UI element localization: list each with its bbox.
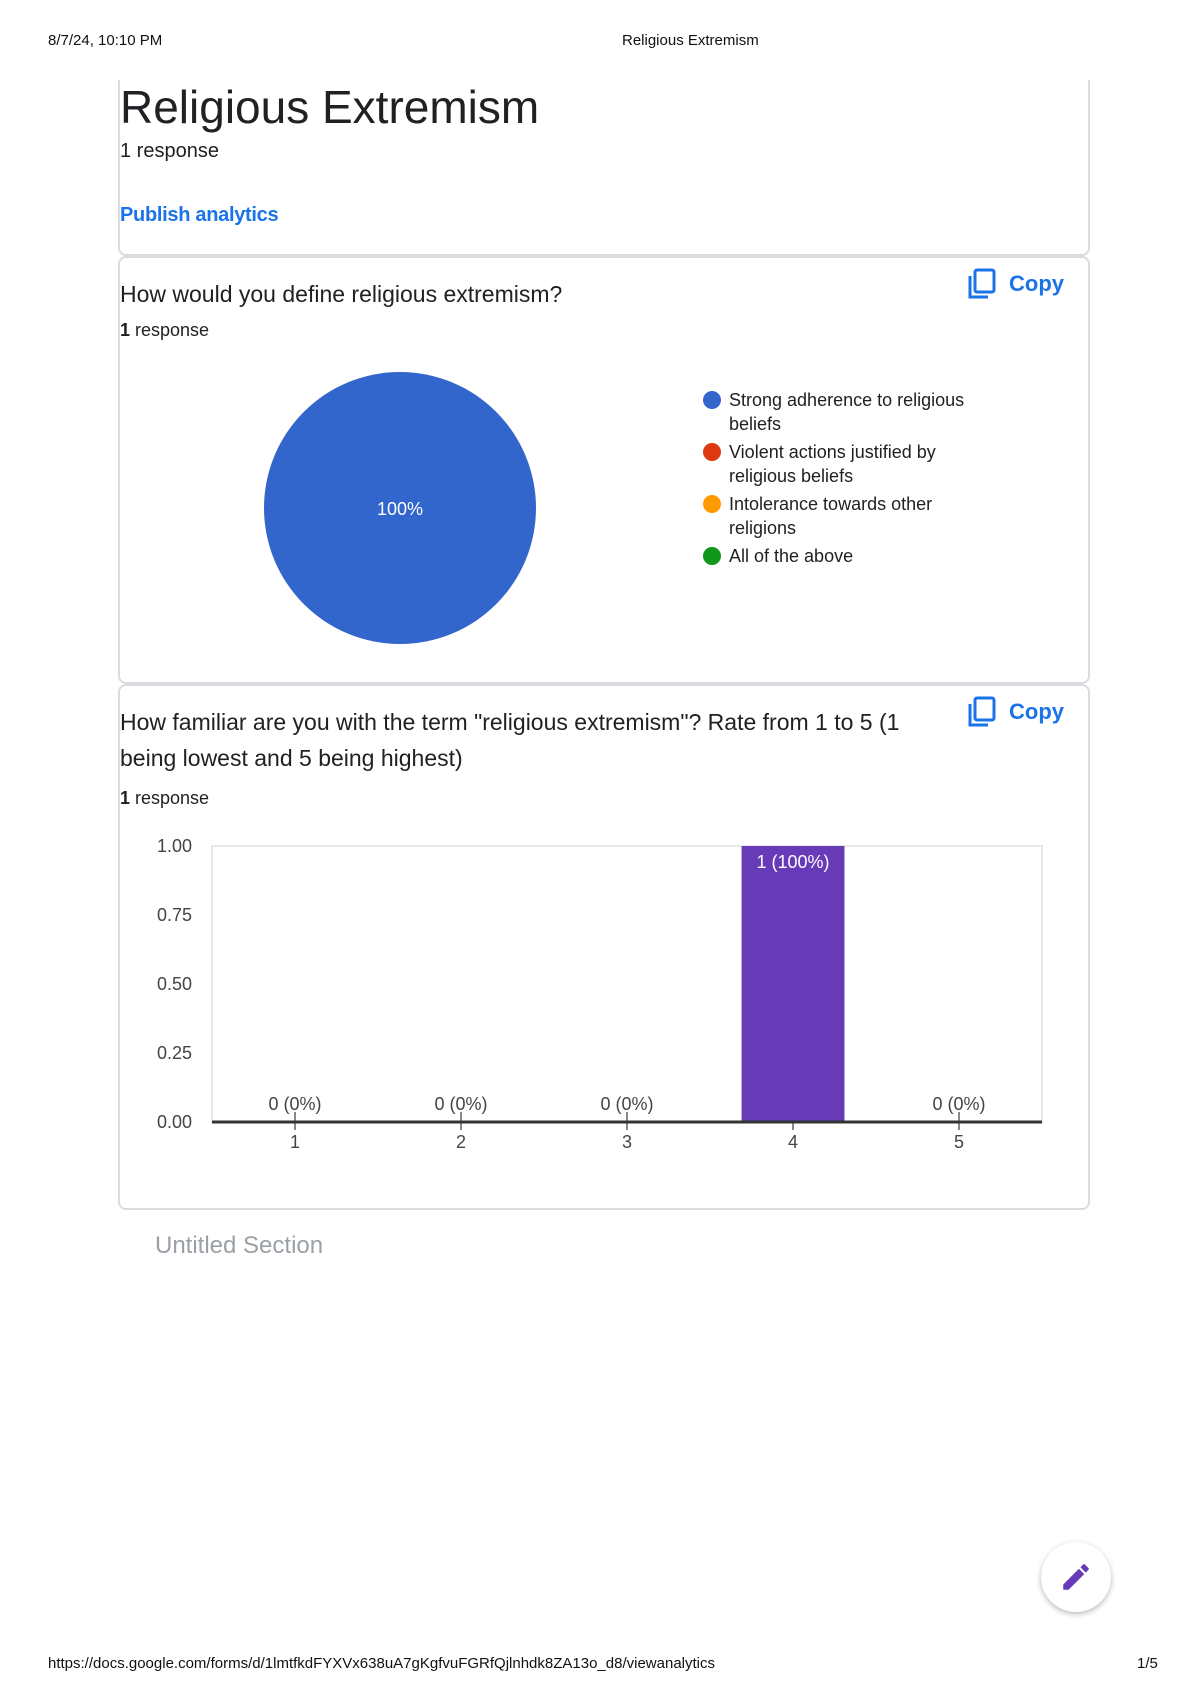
print-url: https://docs.google.com/forms/d/1lmtfkdF…: [48, 1655, 715, 1672]
bar: [741, 846, 845, 1122]
pencil-icon: [1063, 1564, 1089, 1590]
question-title: How would you define religious extremism…: [120, 281, 563, 307]
pie-chart: 100%: [264, 372, 536, 644]
legend-item: Strong adherence to religious beliefs: [703, 388, 993, 436]
question-card-1: How would you define religious extremism…: [118, 256, 1090, 684]
form-title: Religious Extremism: [120, 81, 540, 133]
x-tick-label: 1: [290, 1132, 300, 1152]
legend-swatch: [703, 547, 721, 565]
y-tick-label: 0.75: [157, 905, 192, 925]
copy-label: Copy: [1009, 699, 1064, 724]
pie-legend: Strong adherence to religious beliefs Vio…: [703, 388, 993, 572]
y-tick-label: 0.50: [157, 974, 192, 994]
legend-item: Violent actions justified by religious b…: [703, 440, 993, 488]
bar-data-label: 0 (0%): [600, 1094, 653, 1114]
copy-chart-button[interactable]: Copy: [967, 696, 1064, 728]
bar-data-label: 0 (0%): [434, 1094, 487, 1114]
edit-form-button[interactable]: [1041, 1542, 1111, 1612]
x-tick-label: 2: [456, 1132, 466, 1152]
y-tick-label: 0.25: [157, 1043, 192, 1063]
bar-chart: 0.00 0.25 0.50 0.75 1.00 0 (0%) 1 0 (0%) 2 0 (0%)…: [157, 836, 1043, 1152]
legend-swatch: [703, 443, 721, 461]
legend-label: All of the above: [729, 546, 854, 566]
question-response-count: 1 response: [120, 788, 209, 809]
copy-chart-button[interactable]: Copy: [967, 268, 1064, 300]
response-count-number: 1: [120, 320, 131, 340]
bar-data-label: 1 (100%): [756, 852, 829, 872]
form-header-card: Religious Extremism 1 response Publish a…: [118, 80, 1090, 256]
question-response-count: 1 response: [120, 320, 209, 341]
untitled-section-title: Untitled Section: [155, 1232, 324, 1259]
question-title: How familiar are you with the term "reli…: [120, 709, 900, 771]
publish-analytics-link[interactable]: Publish analytics: [120, 204, 279, 227]
copy-label: Copy: [1009, 271, 1064, 296]
legend-label: Intolerance towards other religions: [729, 494, 933, 538]
legend-label: Violent actions justified by religious b…: [729, 442, 936, 486]
response-count-word: response: [130, 320, 210, 340]
question-card-2: How familiar are you with the term "reli…: [118, 684, 1090, 1210]
response-count-number: 1: [120, 788, 131, 808]
y-tick-label: 1.00: [157, 836, 192, 856]
legend-item: Intolerance towards other religions: [703, 492, 993, 540]
legend-label: Strong adherence to religious beliefs: [729, 390, 965, 434]
bar-data-label: 0 (0%): [932, 1094, 985, 1114]
legend-item: All of the above: [703, 544, 993, 568]
plot-frame: [211, 845, 1043, 1123]
print-title: Religious Extremism: [622, 32, 759, 49]
x-tick-label: 3: [622, 1132, 632, 1152]
form-response-count: 1 response: [120, 140, 219, 162]
legend-swatch: [703, 391, 721, 409]
bar-data-label: 0 (0%): [268, 1094, 321, 1114]
x-tick-label: 5: [954, 1132, 964, 1152]
pie-slice-label: 100%: [377, 499, 423, 519]
response-count-word: response: [130, 788, 210, 808]
x-tick-label: 4: [788, 1132, 798, 1152]
print-page-number: 1/5: [1137, 1655, 1158, 1672]
copy-icon: [968, 696, 996, 727]
print-datetime: 8/7/24, 10:10 PM: [48, 32, 163, 49]
legend-swatch: [703, 495, 721, 513]
copy-icon: [968, 268, 996, 299]
y-tick-label: 0.00: [157, 1112, 192, 1132]
